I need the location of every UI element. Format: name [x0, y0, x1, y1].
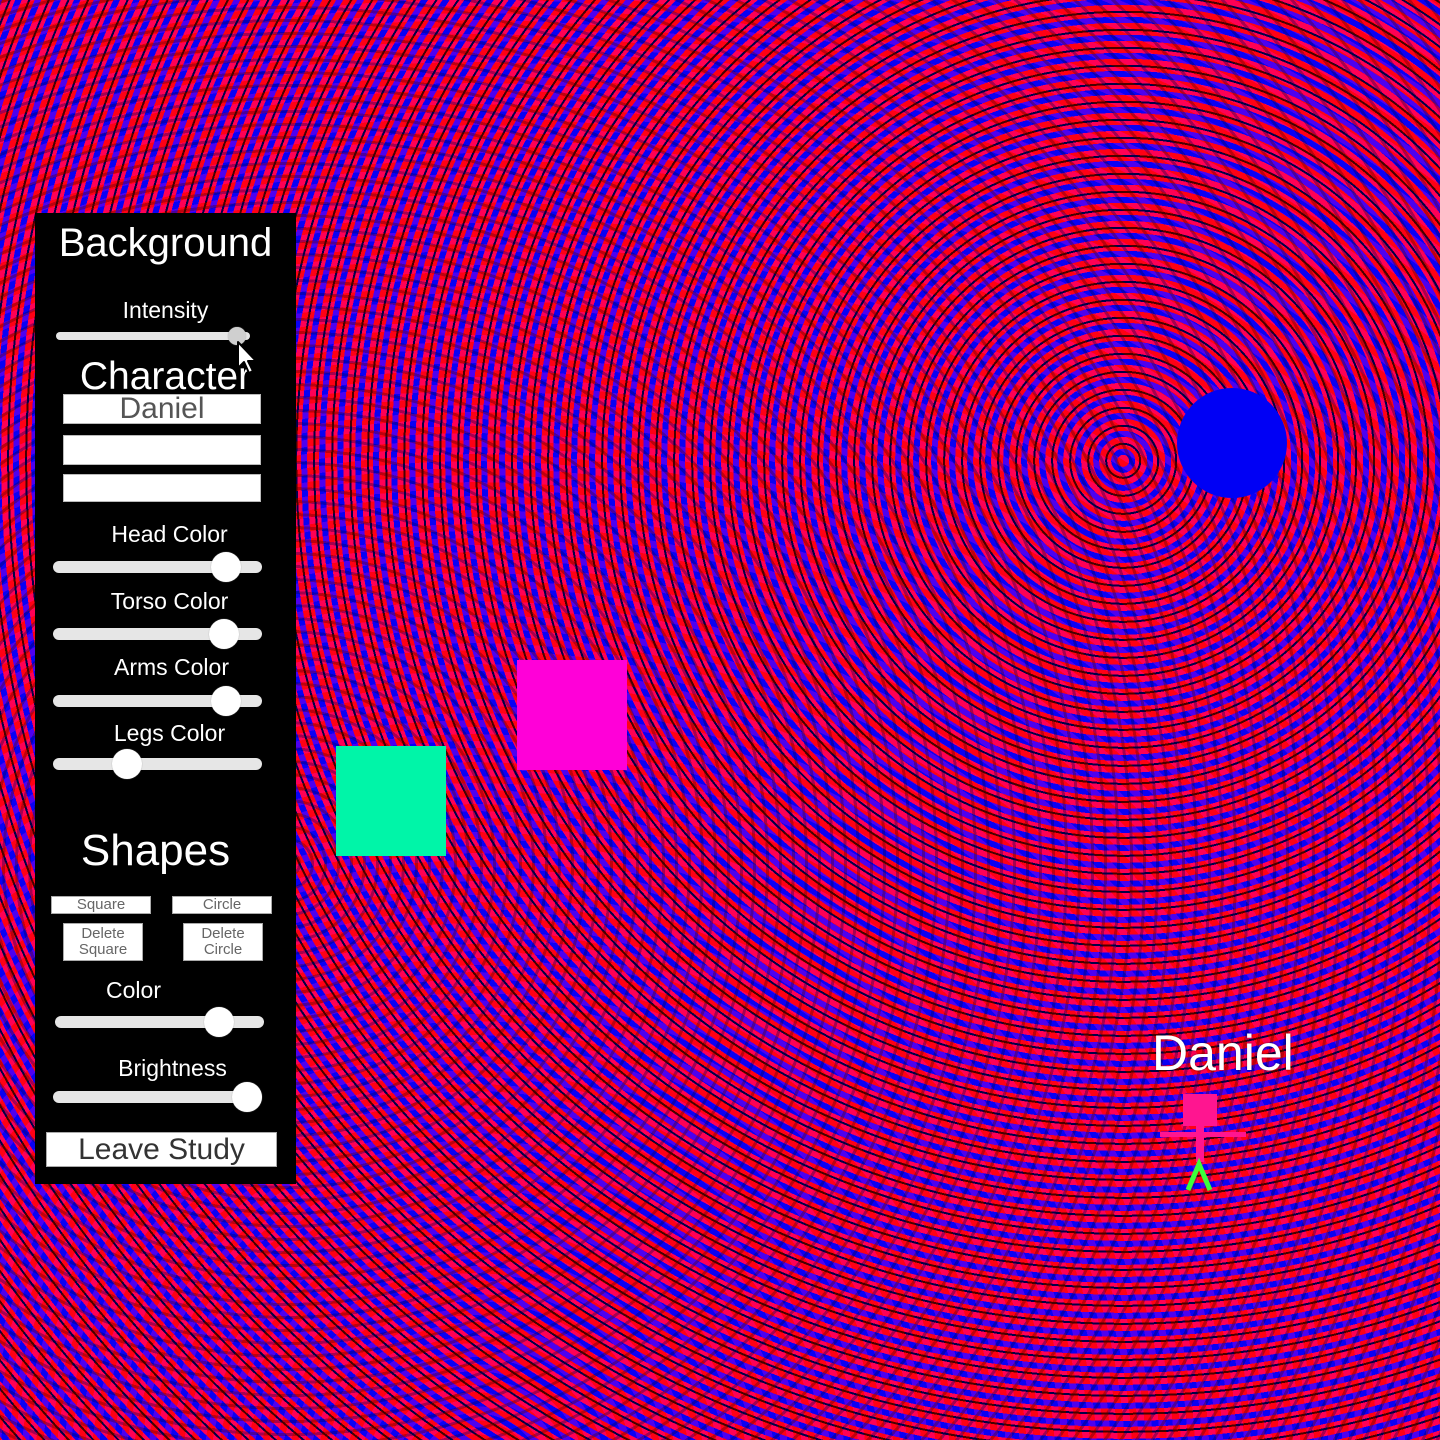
brightness-slider[interactable]	[53, 1082, 262, 1112]
brightness-label: Brightness	[118, 1055, 227, 1081]
delete-circle-line1: Delete	[201, 924, 245, 942]
avatar-arms	[1160, 1132, 1246, 1137]
arms-color-slider-thumb[interactable]	[210, 686, 241, 716]
avatar-legs	[1185, 1157, 1213, 1191]
delete-circle-line2: Circle	[203, 941, 243, 958]
head-color-slider-thumb[interactable]	[210, 552, 241, 582]
torso-color-slider-thumb[interactable]	[208, 619, 239, 649]
head-color-label: Head Color	[111, 521, 228, 547]
shape-color-slider[interactable]	[55, 1007, 264, 1037]
legs-color-slider[interactable]	[53, 749, 262, 779]
delete-circle-button[interactable]: Delete Circle	[183, 923, 263, 961]
avatar-head	[1183, 1094, 1217, 1126]
character-avatar[interactable]	[1152, 1090, 1252, 1200]
cyan-square-shape[interactable]	[336, 746, 446, 856]
mouse-cursor-icon	[237, 341, 257, 374]
shapes-heading: Shapes	[80, 826, 231, 875]
shape-color-slider-thumb[interactable]	[203, 1007, 234, 1037]
legs-color-label: Legs Color	[113, 720, 226, 746]
add-square-button[interactable]: Square	[51, 896, 151, 914]
background-heading: Background	[58, 221, 273, 265]
intensity-slider[interactable]	[56, 327, 250, 345]
character-name-field[interactable]	[63, 394, 261, 424]
delete-square-line1: Delete	[81, 924, 125, 942]
torso-color-slider[interactable]	[53, 619, 262, 649]
legs-color-slider-thumb[interactable]	[112, 749, 143, 779]
character-field-2[interactable]	[63, 435, 261, 465]
character-name-label: Daniel	[1152, 1025, 1294, 1081]
delete-square-line2: Square	[78, 941, 128, 958]
delete-square-button[interactable]: Delete Square	[63, 923, 143, 961]
arms-color-slider[interactable]	[53, 686, 262, 716]
leave-study-button[interactable]: Leave Study	[46, 1132, 277, 1167]
avatar-torso	[1196, 1126, 1204, 1162]
torso-color-label: Torso Color	[110, 588, 229, 614]
intensity-label: Intensity	[122, 297, 209, 323]
brightness-slider-thumb[interactable]	[232, 1082, 262, 1112]
character-field-3[interactable]	[63, 474, 261, 502]
head-color-slider[interactable]	[53, 552, 262, 582]
blue-circle-shape[interactable]	[1177, 388, 1287, 498]
shape-color-label: Color	[106, 977, 161, 1003]
add-circle-button[interactable]: Circle	[172, 896, 272, 914]
arms-color-label: Arms Color	[113, 654, 229, 680]
magenta-square-shape[interactable]	[517, 660, 627, 770]
